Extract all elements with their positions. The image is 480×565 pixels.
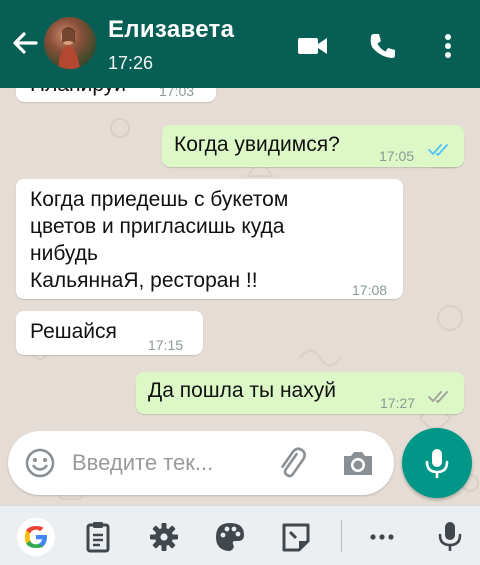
attach-icon[interactable] xyxy=(274,447,310,479)
mic-icon xyxy=(425,449,449,478)
message-text: Да пошла ты нахуй xyxy=(148,379,336,402)
message-input[interactable] xyxy=(72,445,262,481)
message-time: 17:05 xyxy=(379,148,415,164)
more-vert-icon[interactable] xyxy=(430,28,466,64)
mic-button[interactable] xyxy=(402,428,472,498)
keyboard-toolbar xyxy=(0,505,480,565)
toolbar-divider xyxy=(341,520,342,552)
emoji-icon[interactable] xyxy=(24,447,56,479)
phone-icon[interactable] xyxy=(365,28,401,64)
message-time: 17:15 xyxy=(148,337,184,353)
back-arrow-icon[interactable] xyxy=(8,26,42,60)
message-text: Когда увидимся? xyxy=(174,133,340,156)
message-incoming[interactable]: Когда приедешь с букетом цветов и пригла… xyxy=(16,179,403,299)
video-call-icon[interactable] xyxy=(295,28,331,64)
message-time: 17:27 xyxy=(380,395,416,411)
delivered-ticks-icon xyxy=(428,391,448,403)
settings-icon[interactable] xyxy=(146,520,182,554)
message-outgoing[interactable]: Когда увидимся? 17:05 xyxy=(162,125,464,167)
message-time: 17:03 xyxy=(159,88,195,99)
more-icon[interactable] xyxy=(364,520,400,554)
keyboard-mic-icon[interactable] xyxy=(432,520,468,554)
sticker-icon[interactable] xyxy=(278,520,314,554)
message-text: Решайся xyxy=(30,320,117,343)
message-text: Когда приедешь с букетом цветов и пригла… xyxy=(30,188,289,292)
camera-icon[interactable] xyxy=(340,447,376,479)
read-ticks-icon xyxy=(428,144,448,156)
message-text: Планируй xyxy=(30,88,126,98)
contact-name[interactable]: Елизавета xyxy=(108,16,234,44)
chat-header: Елизавета 17:26 xyxy=(0,0,480,88)
avatar[interactable] xyxy=(44,17,96,69)
message-incoming[interactable]: Решайся 17:15 xyxy=(16,311,203,355)
last-seen-time[interactable]: 17:26 xyxy=(108,53,153,74)
message-composer xyxy=(8,431,394,495)
palette-icon[interactable] xyxy=(212,520,248,554)
google-icon[interactable] xyxy=(16,517,56,557)
message-incoming[interactable]: Планируй 17:03 xyxy=(16,88,216,102)
message-outgoing[interactable]: Да пошла ты нахуй 17:27 xyxy=(136,372,464,414)
message-time: 17:08 xyxy=(352,282,388,298)
clipboard-icon[interactable] xyxy=(80,520,116,554)
